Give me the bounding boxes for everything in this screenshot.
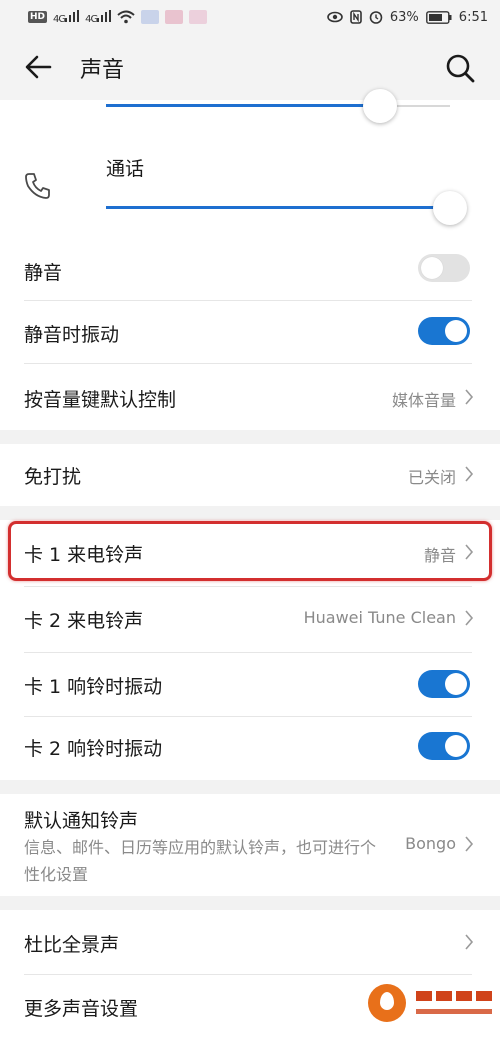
volume-key-label: 按音量键默认控制 (24, 389, 177, 411)
blurred-notification-icon (189, 10, 208, 24)
highlight-box (8, 521, 492, 581)
watermark-logo-text (414, 987, 496, 1014)
mute-row[interactable]: 静音 (0, 240, 500, 302)
alarm-icon (369, 11, 383, 24)
page-title: 声音 (80, 58, 125, 83)
search-button[interactable] (444, 52, 476, 84)
sim1-vibrate-row[interactable]: 卡 1 响铃时振动 (0, 652, 500, 716)
search-icon (446, 54, 475, 83)
dnd-row[interactable]: 免打扰 已关闭 (0, 444, 500, 506)
sim2-vibrate-label: 卡 2 响铃时振动 (24, 738, 163, 760)
toggle-knob (445, 673, 467, 695)
signal-bars-icon (65, 9, 80, 22)
top-slider-fill (106, 104, 380, 107)
toggle-knob (421, 257, 443, 279)
chevron-right-icon (465, 836, 474, 852)
battery-percent: 63% (389, 9, 419, 25)
toggle-knob (445, 320, 467, 342)
call-slider-fill (106, 206, 450, 209)
notification-tone-value: Bongo (405, 834, 456, 853)
signal-2-label: 4G (85, 13, 98, 25)
chevron-right-icon (465, 934, 474, 950)
mute-label: 静音 (24, 262, 63, 284)
hd-badge: HD (28, 11, 48, 23)
status-left: HD 4G 4G (28, 9, 208, 25)
volume-key-value: 媒体音量 (391, 391, 456, 410)
blurred-notification-icon (141, 10, 160, 24)
signal-bars-icon (97, 9, 112, 22)
wifi-icon (117, 10, 135, 24)
sim2-vibrate-row[interactable]: 卡 2 响铃时振动 (0, 716, 500, 780)
vibrate-on-mute-label: 静音时振动 (24, 324, 120, 346)
sim1-vibrate-toggle[interactable] (418, 670, 470, 698)
battery-icon (425, 10, 452, 24)
notification-tone-row[interactable]: 默认通知铃声 信息、邮件、日历等应用的默认铃声，也可进行个性化设置 Bongo (0, 794, 500, 896)
eye-icon (327, 11, 343, 23)
back-button[interactable] (22, 52, 56, 82)
volume-card: 通话 静音 静音时振动 按音量键默认控制 媒体音量 (0, 89, 500, 430)
call-slider-thumb[interactable] (433, 191, 467, 225)
clock: 6:51 (458, 9, 488, 25)
vibrate-on-mute-toggle[interactable] (418, 317, 470, 345)
notification-tone-description: 信息、邮件、日历等应用的默认铃声，也可进行个性化设置 (24, 838, 377, 884)
blurred-notification-icon (165, 10, 184, 24)
sim2-ringtone-row[interactable]: 卡 2 来电铃声 Huawei Tune Clean (0, 586, 500, 652)
status-bar: HD 4G 4G 63% 6:51 (0, 0, 500, 34)
signal-1-label: 4G (53, 13, 66, 25)
call-volume-label: 通话 (106, 158, 145, 180)
sim1-vibrate-label: 卡 1 响铃时振动 (24, 676, 163, 698)
status-right: 63% 6:51 (327, 10, 488, 25)
vibrate-on-mute-row[interactable]: 静音时振动 (0, 300, 500, 362)
dnd-label: 免打扰 (24, 466, 82, 488)
sim2-ringtone-label: 卡 2 来电铃声 (24, 610, 144, 632)
watermark-logo-icon (368, 984, 406, 1022)
top-slider-thumb[interactable] (363, 89, 397, 123)
dnd-value: 已关闭 (407, 468, 456, 487)
phone-icon (22, 170, 54, 202)
more-sound-settings-label: 更多声音设置 (24, 998, 139, 1020)
chevron-right-icon (465, 466, 474, 482)
notification-tone-label: 默认通知铃声 (24, 810, 139, 832)
mute-toggle[interactable] (418, 254, 470, 282)
dolby-label: 杜比全景声 (24, 934, 120, 956)
sim2-vibrate-toggle[interactable] (418, 732, 470, 760)
volume-key-row[interactable]: 按音量键默认控制 媒体音量 (0, 363, 500, 429)
signal-1: 4G (53, 9, 80, 25)
notification-card: 默认通知铃声 信息、邮件、日历等应用的默认铃声，也可进行个性化设置 Bongo (0, 794, 500, 896)
sim2-ringtone-value: Huawei Tune Clean (303, 608, 456, 627)
back-arrow-icon (25, 55, 52, 79)
chevron-right-icon (465, 389, 474, 405)
nfc-icon (350, 10, 362, 24)
chevron-right-icon (465, 610, 474, 626)
app-bar: 声音 (0, 34, 500, 100)
dnd-card: 免打扰 已关闭 (0, 444, 500, 506)
watermark-logo (368, 970, 500, 1036)
dolby-row[interactable]: 杜比全景声 (0, 910, 500, 974)
toggle-knob (445, 735, 467, 757)
signal-2: 4G (85, 9, 112, 25)
